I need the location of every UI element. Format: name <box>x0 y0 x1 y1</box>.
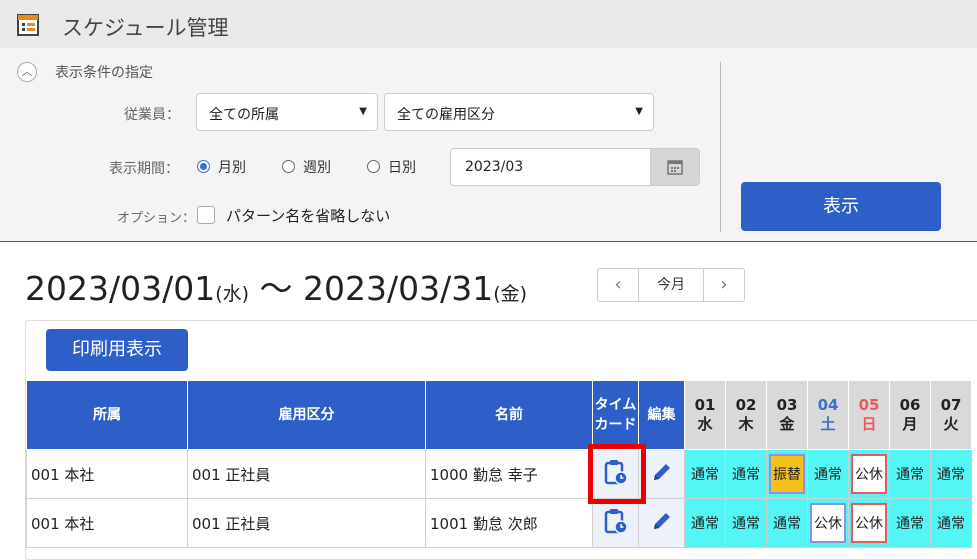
pencil-icon <box>653 513 670 529</box>
cell-name: 1000 勤怠 幸子 <box>425 449 593 499</box>
shift-holiday-chip: 公休 <box>851 503 887 543</box>
col-day-02: 02 木 <box>725 380 767 450</box>
calendar-icon <box>667 160 683 175</box>
shift-cell[interactable]: 公休 <box>848 498 890 548</box>
employment-select-value: 全ての雇用区分 <box>397 107 495 123</box>
cell-employment: 001 正社員 <box>187 449 426 499</box>
col-timecard-line1: タイム <box>594 397 637 413</box>
radio-icon <box>367 160 380 173</box>
shift-holiday-chip: 公休 <box>851 454 887 494</box>
table-header-row: 所属 雇用区分 名前 タイムカード 編集 01 水 02 木 03 金 04 土 05 日… <box>26 380 972 450</box>
affiliation-select-value: 全ての所属 <box>209 107 279 123</box>
col-day-01: 01 水 <box>684 380 726 450</box>
radio-monthly-label: 月別 <box>218 160 246 176</box>
shift-cell[interactable]: 通常 <box>930 449 972 499</box>
shift-transfer-chip: 振替 <box>769 454 805 494</box>
radio-daily-label: 日別 <box>388 160 416 176</box>
col-edit: 編集 <box>638 380 685 450</box>
page-title: スケジュール管理 <box>62 16 229 40</box>
range-start-dow: (水) <box>215 283 250 305</box>
calendar-list-icon <box>17 14 39 36</box>
col-day-05: 05 日 <box>848 380 890 450</box>
show-button[interactable]: 表示 <box>741 182 941 231</box>
radio-monthly[interactable]: 月別 <box>197 157 246 177</box>
radio-icon <box>282 160 295 173</box>
pencil-icon <box>653 464 670 480</box>
shift-cell[interactable]: 通常 <box>766 498 808 548</box>
employee-label: 従業員： <box>124 107 180 123</box>
shift-cell[interactable]: 通常 <box>889 449 931 499</box>
shift-cell[interactable]: 公休 <box>807 498 849 548</box>
col-name: 名前 <box>425 380 593 450</box>
col-timecard: タイム カード <box>592 380 639 450</box>
range-end: 2023/03/31 <box>303 269 494 308</box>
shift-cell[interactable]: 通常 <box>684 449 726 499</box>
shift-holiday-chip: 公休 <box>810 503 846 543</box>
table-row: 001 本社 001 正社員 1001 勤怠 次郎 通常 通常 通常 公休 公休… <box>26 498 972 548</box>
cell-name: 1001 勤怠 次郎 <box>425 498 593 548</box>
dropdown-arrow-icon: ▼ <box>635 106 643 117</box>
edit-button[interactable] <box>638 498 685 548</box>
period-label: 表示期間： <box>109 161 179 177</box>
option-label: オプション： <box>117 211 196 226</box>
omit-pattern-label: パターン名を省略しない <box>226 207 391 225</box>
prev-month-button[interactable]: ‹ <box>598 269 638 301</box>
affiliation-select[interactable]: 全ての所属 ▼ <box>196 93 378 131</box>
shift-cell[interactable]: 通常 <box>930 498 972 548</box>
col-employment: 雇用区分 <box>187 380 426 450</box>
radio-weekly[interactable]: 週別 <box>282 157 331 177</box>
col-day-03: 03 金 <box>766 380 808 450</box>
dropdown-arrow-icon: ▼ <box>359 106 367 117</box>
filter-section-title: 表示条件の指定 <box>55 65 153 81</box>
this-month-button[interactable]: 今月 <box>638 269 704 301</box>
divider <box>720 62 721 232</box>
shift-cell[interactable]: 通常 <box>807 449 849 499</box>
shift-cell[interactable]: 通常 <box>725 449 767 499</box>
title-bar: スケジュール管理 <box>0 0 977 48</box>
table-row: 001 本社 001 正社員 1000 勤怠 幸子 通常 通常 振替 通常 公休… <box>26 449 972 499</box>
date-range: 2023/03/01(水) 〜 2023/03/31(金) <box>25 262 527 310</box>
omit-pattern-checkbox[interactable] <box>197 206 215 224</box>
shift-cell[interactable]: 通常 <box>725 498 767 548</box>
timecard-button[interactable] <box>592 498 639 548</box>
schedule-table: 所属 雇用区分 名前 タイムカード 編集 01 水 02 木 03 金 04 土 05 日… <box>26 380 972 548</box>
employment-type-select[interactable]: 全ての雇用区分 ▼ <box>384 93 654 131</box>
cell-employment: 001 正社員 <box>187 498 426 548</box>
col-day-06: 06 月 <box>889 380 931 450</box>
month-input-value: 2023/03 <box>465 159 524 175</box>
radio-weekly-label: 週別 <box>303 160 331 176</box>
col-day-04: 04 土 <box>807 380 849 450</box>
timecard-highlight-box <box>588 444 646 504</box>
range-start: 2023/03/01 <box>25 269 216 308</box>
radio-selected-icon <box>197 160 210 173</box>
collapse-filter-button[interactable]: ︿ <box>17 62 37 82</box>
shift-cell[interactable]: 通常 <box>684 498 726 548</box>
col-timecard-line2: カード <box>594 417 637 433</box>
cell-affiliation: 001 本社 <box>26 498 188 548</box>
shift-cell[interactable]: 通常 <box>889 498 931 548</box>
shift-cell[interactable]: 振替 <box>766 449 808 499</box>
radio-daily[interactable]: 日別 <box>367 157 416 177</box>
cell-affiliation: 001 本社 <box>26 449 188 499</box>
col-affiliation: 所属 <box>26 380 188 450</box>
month-input[interactable]: 2023/03 <box>450 148 700 186</box>
clipboard-clock-icon <box>604 509 628 534</box>
next-month-button[interactable]: › <box>704 269 744 301</box>
col-day-07: 07 火 <box>930 380 972 450</box>
calendar-picker-button[interactable] <box>650 149 699 185</box>
range-end-dow: (金) <box>493 283 528 305</box>
month-navigation: ‹ 今月 › <box>597 268 745 302</box>
range-separator: 〜 <box>259 269 293 308</box>
print-view-button[interactable]: 印刷用表示 <box>46 329 188 371</box>
shift-cell[interactable]: 公休 <box>848 449 890 499</box>
